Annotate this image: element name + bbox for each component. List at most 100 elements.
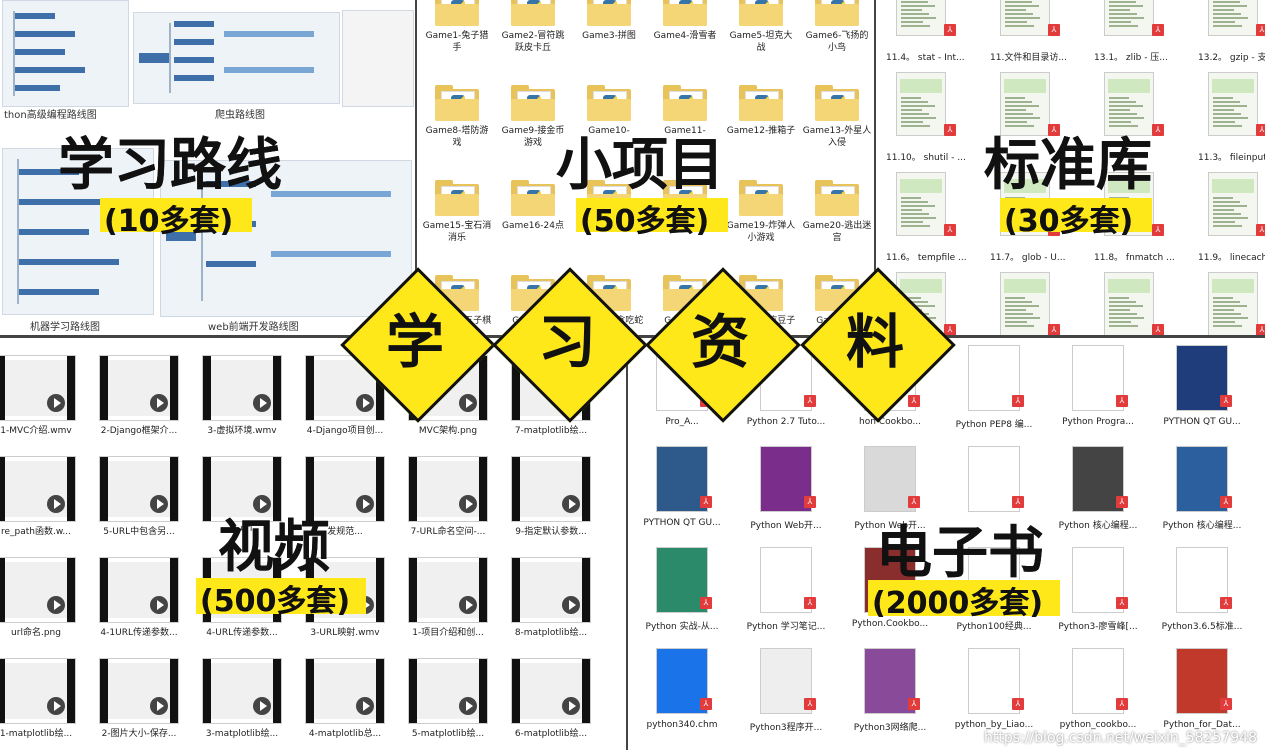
pdf-icon: ⅄ (944, 124, 956, 136)
pdf-icon: ⅄ (908, 496, 920, 508)
play-icon (459, 596, 477, 614)
ebook-label[interactable]: Python PEP8 编... (946, 417, 1042, 430)
stdlib-doc-label[interactable]: 11.6。 tempfile ... (886, 250, 967, 263)
project-folder-label[interactable]: Game5-坦克大战 (726, 30, 796, 54)
ebook-label[interactable]: Python3网络爬... (842, 720, 938, 733)
video-file-label[interactable]: 7-matplotlib绘... (503, 423, 599, 436)
video-file-label[interactable]: 1-项目介绍和创... (400, 625, 496, 638)
ebook-label[interactable]: Python 核心编程... (1050, 518, 1146, 531)
project-folder-label[interactable]: Game3-拼图 (574, 30, 644, 42)
stdlib-count: (30多套) (1004, 204, 1134, 239)
video-file-label[interactable]: 7-URL命名空间-... (400, 524, 496, 537)
video-file-label[interactable]: 5-URL中包含另... (91, 524, 187, 537)
video-file-label[interactable]: 4-matplotlib总... (297, 726, 393, 739)
project-folder-label[interactable]: Game20-逃出迷宫 (802, 220, 872, 244)
folder-icon (511, 85, 555, 121)
pdf-icon: ⅄ (1256, 124, 1265, 136)
roadmap-diagram-crawler (133, 12, 340, 104)
pdf-document-thumbnail (1000, 0, 1050, 36)
folder-icon (435, 180, 479, 216)
video-file-label[interactable]: 6-matplotlib绘... (503, 726, 599, 739)
video-thumbnail (99, 355, 179, 421)
video-file-label[interactable]: 3-URL映射.wmv (297, 625, 393, 638)
ebook-label[interactable]: PYTHON QT GU... (634, 518, 730, 528)
roadmap-diagram-advanced (2, 0, 129, 107)
ebook-label[interactable]: Pro_A... (634, 417, 730, 427)
stdlib-doc-label[interactable]: 11.8。 fnmatch ... (1094, 250, 1175, 263)
ebook-label[interactable]: Python Progra... (1050, 417, 1146, 427)
ebook-label[interactable]: Python Web开... (738, 518, 834, 531)
stdlib-doc-label[interactable]: 11.4。 stat - Int... (886, 50, 965, 63)
pdf-icon: ⅄ (1048, 324, 1060, 335)
project-folder-label[interactable]: Game13-外星人入侵 (802, 125, 872, 149)
folder-icon (739, 0, 783, 26)
video-file-label[interactable]: 4-1URL传递参数... (91, 625, 187, 638)
stdlib-doc-label[interactable]: 11.3。 fileinput (1198, 150, 1265, 163)
video-thumbnail (202, 658, 282, 724)
video-thumbnail (99, 658, 179, 724)
stdlib-doc-label[interactable]: 11.7。 glob - U... (990, 250, 1065, 263)
folder-icon (739, 85, 783, 121)
roadmap-title: 学习路线 (58, 133, 282, 198)
stdlib-doc-label[interactable]: 11.10。 shutil - ... (886, 150, 966, 163)
project-folder-label[interactable]: Game16-24点 (498, 220, 568, 232)
folder-icon (587, 0, 631, 26)
folder-icon (815, 180, 859, 216)
ebook-label[interactable]: PYTHON QT GU... (1154, 417, 1250, 427)
video-file-label[interactable]: MVC架构.png (400, 423, 496, 436)
ebook-label[interactable]: python_by_Liao... (946, 720, 1042, 730)
video-file-label[interactable]: 9-指定默认参数... (503, 524, 599, 537)
videos-count: (500多套) (200, 584, 351, 619)
ebook-label[interactable]: Python 核心编程... (1154, 518, 1250, 531)
videos-title: 视频 (218, 515, 330, 580)
pdf-document-thumbnail (1208, 272, 1258, 335)
project-folder-label[interactable]: Game8-塔防游戏 (422, 125, 492, 149)
stdlib-doc-label[interactable]: 11.9。 linecache (1198, 250, 1265, 263)
project-folder-label[interactable]: Game2-冒符跳跃皮卡丘 (498, 30, 568, 54)
play-icon (356, 697, 374, 715)
ebook-label[interactable]: Python 实战-从... (634, 619, 730, 632)
ebook-label[interactable]: python340.chm (634, 720, 730, 730)
pdf-icon: ⅄ (700, 496, 712, 508)
ebook-label[interactable]: hon Cookbo... (842, 417, 938, 427)
play-icon (47, 495, 65, 513)
ebook-label[interactable]: Python 学习笔记... (738, 619, 834, 632)
ebook-label[interactable]: Python_for_Dat... (1154, 720, 1250, 730)
ebook-label[interactable]: Python 2.7 Tuto... (738, 417, 834, 427)
roadmap-label-web: web前端开发路线图 (208, 322, 299, 333)
video-file-label[interactable]: 1-MVC介绍.wmv (0, 423, 84, 436)
pdf-icon: ⅄ (1220, 496, 1232, 508)
video-file-label[interactable]: re_path函数.w... (0, 524, 84, 537)
project-folder-label[interactable]: Game19-炸弹人小游戏 (726, 220, 796, 244)
project-folder-label[interactable]: Game1-兔子猎手 (422, 30, 492, 54)
video-thumbnail (408, 456, 488, 522)
video-file-label[interactable]: 8-matplotlib绘... (503, 625, 599, 638)
pdf-icon: ⅄ (1116, 698, 1128, 710)
play-icon (150, 596, 168, 614)
video-file-label[interactable]: 4-Django项目创... (297, 423, 393, 436)
play-icon (47, 697, 65, 715)
project-folder-label[interactable]: Game12-推箱子 (726, 125, 796, 137)
stdlib-doc-label[interactable]: 13.2。 gzip - 支... (1198, 50, 1265, 63)
ebook-label[interactable]: Python3-廖雪峰[... (1050, 619, 1146, 632)
ebook-label[interactable]: Python3程序开... (738, 720, 834, 733)
video-file-label[interactable]: 3-虚拟环境.wmv (194, 423, 290, 436)
video-file-label[interactable]: 3-matplotlib绘... (194, 726, 290, 739)
video-file-label[interactable]: 1-matplotlib绘... (0, 726, 84, 739)
play-icon (459, 697, 477, 715)
stdlib-doc-label[interactable]: 11.文件和目录访... (990, 50, 1067, 63)
ebook-label[interactable]: python_cookbo... (1050, 720, 1146, 730)
ebook-label[interactable]: Python3.6.5标准... (1154, 619, 1250, 632)
video-file-label[interactable]: url命名.png (0, 625, 84, 638)
video-file-label[interactable]: 4-URL传递参数... (194, 625, 290, 638)
project-folder-label[interactable]: Game6-飞扬的小鸟 (802, 30, 872, 54)
video-file-label[interactable]: 2-Django框架介... (91, 423, 187, 436)
folder-icon (739, 180, 783, 216)
project-folder-label[interactable]: Game4-滑雪者 (650, 30, 720, 42)
video-file-label[interactable]: 2-图片大小-保存... (91, 726, 187, 739)
project-folder-label[interactable]: Game15-宝石消消乐 (422, 220, 492, 244)
video-file-label[interactable]: 5-matplotlib绘... (400, 726, 496, 739)
stdlib-doc-label[interactable]: 13.1。 zlib - 压... (1094, 50, 1168, 63)
pdf-icon: ⅄ (1256, 24, 1265, 36)
pdf-icon: ⅄ (908, 698, 920, 710)
